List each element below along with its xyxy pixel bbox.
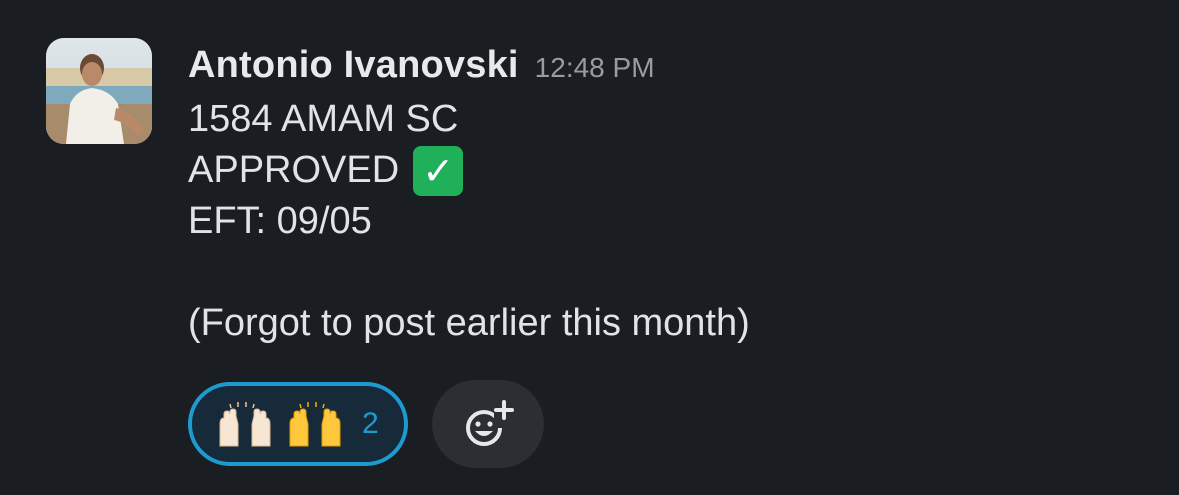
message-header: Antonio Ivanovski 12:48 PM xyxy=(188,44,1128,94)
author-name[interactable]: Antonio Ivanovski xyxy=(188,44,519,87)
message-line: 1584 AMAM SC xyxy=(188,94,1128,145)
message-line: APPROVED ✓ xyxy=(188,145,1128,196)
message-item[interactable]: Antonio Ivanovski 12:48 PM 1584 AMAM SC … xyxy=(46,38,1156,478)
message-line: EFT: 09/05 xyxy=(188,196,1128,247)
message-line-text: APPROVED xyxy=(188,149,400,191)
avatar-photo xyxy=(46,38,152,144)
add-emoji-icon xyxy=(466,400,514,446)
raising-hands-yellow-icon xyxy=(289,402,341,447)
message-timestamp[interactable]: 12:48 PM xyxy=(535,52,655,84)
message-line-text: (Forgot to post earlier this month) xyxy=(188,302,750,344)
reaction-count: 2 xyxy=(362,407,379,440)
message-content: Antonio Ivanovski 12:48 PM 1584 AMAM SC … xyxy=(188,44,1128,349)
add-reaction-button[interactable] xyxy=(432,380,544,468)
raising-hands-light-icon xyxy=(219,402,271,447)
reactions-bar: 2 xyxy=(188,380,544,468)
message-line-text: 1584 AMAM SC xyxy=(188,98,459,140)
message-line-text: EFT: 09/05 xyxy=(188,200,372,242)
message-line: (Forgot to post earlier this month) xyxy=(188,298,1128,349)
reaction-raised-hands[interactable]: 2 xyxy=(188,382,408,466)
avatar[interactable] xyxy=(46,38,152,144)
check-mark-icon: ✓ xyxy=(413,145,464,196)
